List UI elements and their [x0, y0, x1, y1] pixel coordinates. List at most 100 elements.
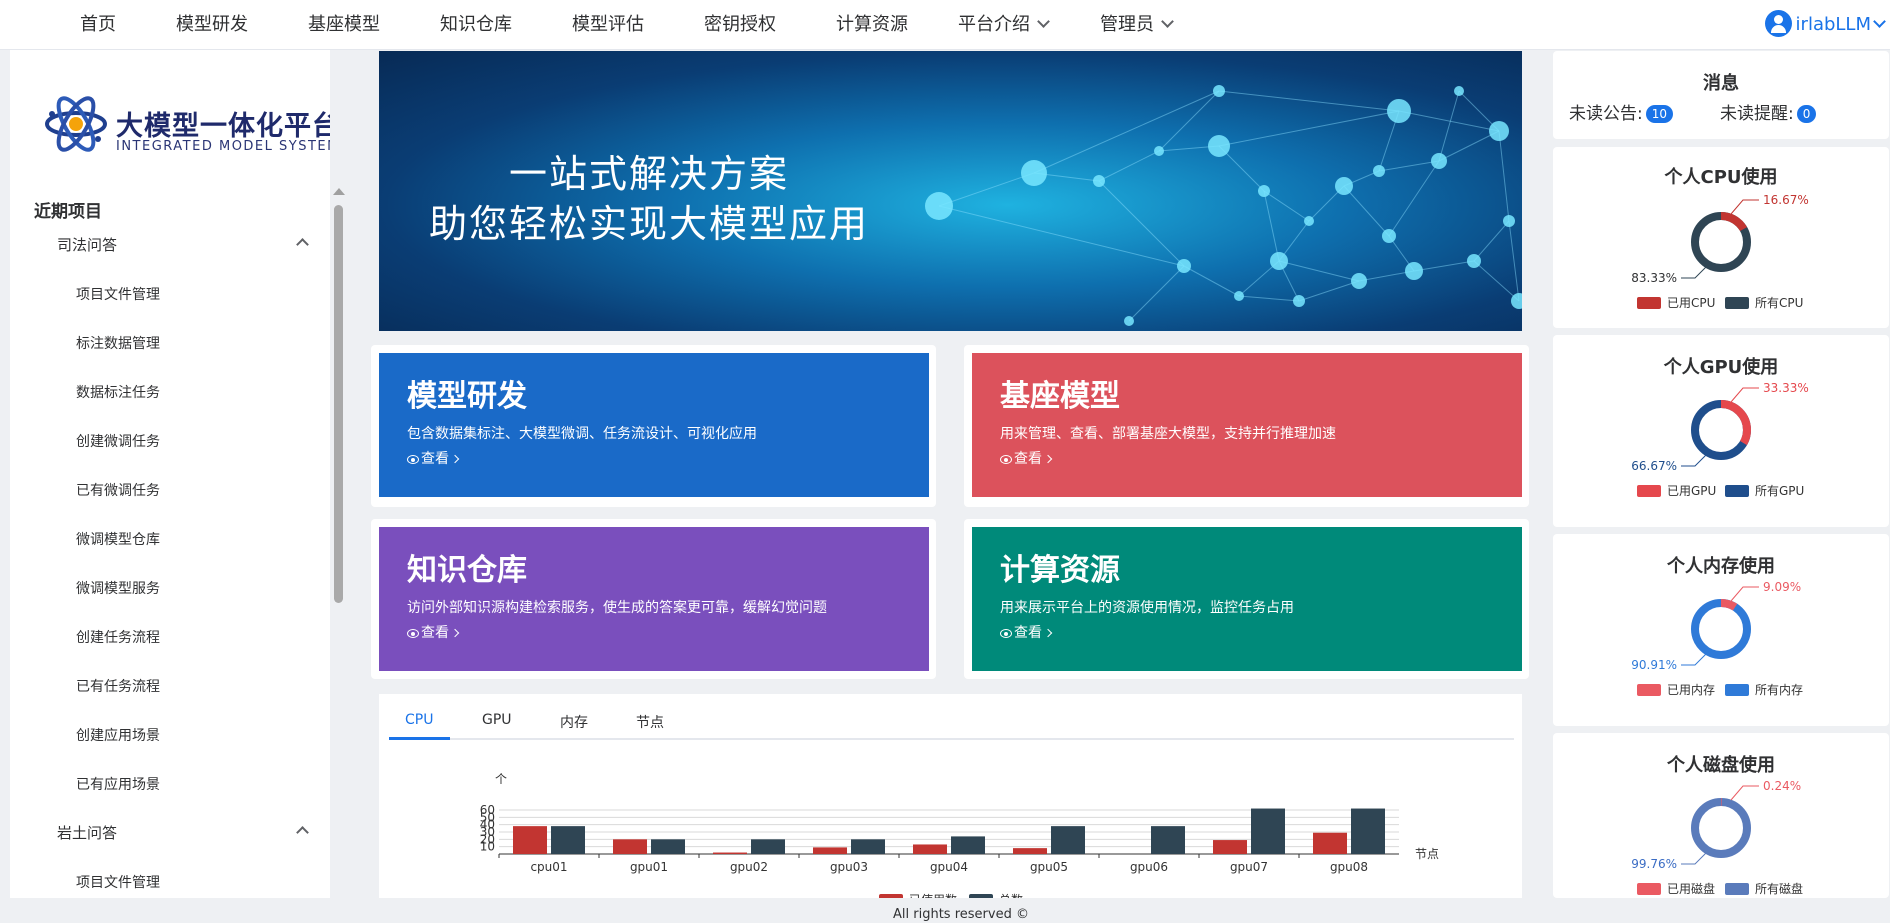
card-title: 计算资源 — [1000, 553, 1120, 588]
menu-item-finetune-repo[interactable]: 微调模型仓库 — [76, 529, 160, 549]
network-node — [1021, 160, 1047, 186]
unread-remind-badge: 0 — [1796, 105, 1817, 123]
nav-base-model[interactable]: 基座模型 — [308, 0, 380, 49]
menu-item-create-flow[interactable]: 创建任务流程 — [76, 627, 160, 647]
menu-item-scenes[interactable]: 已有应用场景 — [76, 774, 160, 794]
legend-swatch — [1637, 684, 1661, 696]
bar-total — [851, 839, 885, 854]
legend-label: 已用内存 — [1667, 683, 1715, 697]
card-model-dev[interactable]: 模型研发 包含数据集标注、大模型微调、任务流设计、可视化应用 查看 — [379, 353, 929, 497]
network-link — [1218, 90, 1400, 112]
user-menu[interactable]: irlabLLM — [1764, 0, 1890, 49]
menu-item-annotation-task[interactable]: 数据标注任务 — [76, 382, 160, 402]
resource-chart-panel: CPU GPU 内存 节点 60 50 40 30 20 10 个节点 cpu01 gpu01 g… — [379, 694, 1522, 898]
nav-knowledge[interactable]: 知识仓库 — [440, 0, 512, 49]
x-tick-label: gpu08 — [1330, 860, 1368, 874]
network-link — [1343, 185, 1390, 237]
nav-admin[interactable]: 管理员 — [1100, 0, 1174, 49]
total-percent-label: 83.33% — [1631, 271, 1677, 285]
legend-label: 总数 — [999, 892, 1023, 898]
user-avatar-icon — [1764, 9, 1792, 37]
card-description: 访问外部知识源构建检索服务，使生成的答案更可靠，缓解幻觉问题 — [407, 600, 827, 616]
chevron-up-icon — [296, 238, 309, 251]
network-link — [1473, 220, 1510, 262]
network-link — [1438, 90, 1460, 162]
network-link — [1378, 160, 1440, 172]
network-node — [1304, 216, 1314, 226]
legend-label: 已用GPU — [1667, 484, 1716, 498]
legend-label: 已用磁盘 — [1667, 881, 1715, 896]
total-percent-label: 99.76% — [1631, 857, 1677, 871]
card-compute[interactable]: 计算资源 用来展示平台上的资源使用情况，监控任务占用 查看 — [972, 527, 1522, 671]
sidebar-scrollbar[interactable] — [333, 188, 345, 603]
card-description: 用来管理、查看、部署基座大模型，支持并行推理加速 — [1000, 426, 1336, 442]
platform-logo: 大模型一体化平台 INTEGRATED MODEL SYSTEM — [44, 92, 330, 156]
menu-group-judicial[interactable]: 司法问答 — [57, 234, 309, 255]
eye-icon — [407, 629, 419, 638]
legend-label: 所有内存 — [1755, 683, 1803, 697]
unread-reminders[interactable]: 未读提醒: 0 — [1720, 99, 1817, 124]
chevron-right-icon — [450, 628, 460, 638]
unread-notices[interactable]: 未读公告: 10 — [1569, 99, 1674, 124]
memory-donut-chart: 9.09% 90.91% 已用内存 所有内存 — [1631, 580, 1803, 697]
atom-logo-icon — [45, 96, 107, 152]
scroll-up-arrow-icon[interactable] — [333, 188, 345, 195]
network-node — [1270, 252, 1288, 270]
card-view-link[interactable]: 查看 — [407, 622, 460, 642]
memory-usage-panel: 个人内存使用 9.09% 90.91% 已用内存 所有内存 — [1553, 534, 1889, 726]
network-link — [1398, 110, 1500, 132]
legend-swatch — [1637, 485, 1661, 497]
chevron-up-icon — [296, 826, 309, 839]
menu-item-create-finetune[interactable]: 创建微调任务 — [76, 431, 160, 451]
bar-total — [1151, 826, 1185, 854]
network-link — [1413, 260, 1475, 272]
used-percent-label: 33.33% — [1763, 381, 1809, 395]
menu-group-geotech[interactable]: 岩土问答 — [57, 822, 309, 843]
legend-swatch — [1725, 485, 1749, 497]
legend-swatch — [1637, 883, 1661, 895]
scrollbar-thumb[interactable] — [334, 205, 343, 603]
network-node — [1387, 99, 1411, 123]
total-percent-label: 90.91% — [1631, 658, 1677, 672]
nav-compute[interactable]: 计算资源 — [836, 0, 908, 49]
network-link — [1298, 280, 1360, 302]
network-link — [1218, 110, 1400, 147]
eye-icon — [1000, 455, 1012, 464]
menu-item-annotation-data[interactable]: 标注数据管理 — [76, 333, 160, 353]
menu-item-finetune-service[interactable]: 微调模型服务 — [76, 578, 160, 598]
card-base-model[interactable]: 基座模型 用来管理、查看、部署基座大模型，支持并行推理加速 查看 — [972, 353, 1522, 497]
bar-used — [713, 852, 747, 854]
card-link-label: 查看 — [421, 625, 449, 641]
label-leader — [1730, 199, 1759, 215]
card-view-link[interactable]: 查看 — [407, 448, 460, 468]
bar-total — [651, 839, 685, 854]
card-title: 基座模型 — [1000, 379, 1120, 414]
nav-key-auth[interactable]: 密钥授权 — [704, 0, 776, 49]
menu-item-project-files[interactable]: 项目文件管理 — [76, 872, 160, 892]
x-tick-label: gpu06 — [1130, 860, 1168, 874]
nav-home[interactable]: 首页 — [80, 0, 116, 49]
legend-swatch — [879, 894, 903, 898]
top-navbar: 首页 模型研发 基座模型 知识仓库 模型评估 密钥授权 计算资源 平台介绍 管理… — [0, 0, 1890, 50]
cpu-donut-chart: 16.67% 83.33% 已用CPU 所有CPU — [1631, 193, 1809, 310]
network-node — [1093, 175, 1105, 187]
card-knowledge[interactable]: 知识仓库 访问外部知识源构建检索服务，使生成的答案更可靠，缓解幻觉问题 查看 — [379, 527, 929, 671]
menu-group-label: 司法问答 — [57, 236, 118, 254]
menu-item-flows[interactable]: 已有任务流程 — [76, 676, 160, 696]
legend-label: 已用CPU — [1667, 296, 1715, 310]
chevron-right-icon — [1043, 454, 1053, 464]
menu-item-project-files[interactable]: 项目文件管理 — [76, 284, 160, 304]
nav-platform-intro[interactable]: 平台介绍 — [958, 0, 1050, 49]
menu-item-create-scene[interactable]: 创建应用场景 — [76, 725, 160, 745]
menu-item-finetune-tasks[interactable]: 已有微调任务 — [76, 480, 160, 500]
card-view-link[interactable]: 查看 — [1000, 448, 1053, 468]
nav-evaluation[interactable]: 模型评估 — [572, 0, 644, 49]
chevron-right-icon — [450, 454, 460, 464]
nav-model-dev[interactable]: 模型研发 — [176, 0, 248, 49]
card-view-link[interactable]: 查看 — [1000, 622, 1053, 642]
eye-icon — [1000, 629, 1012, 638]
legend-swatch — [1725, 883, 1749, 895]
recent-projects-heading: 近期项目 — [34, 202, 102, 222]
network-link — [1238, 295, 1300, 302]
used-percent-label: 16.67% — [1763, 193, 1809, 207]
